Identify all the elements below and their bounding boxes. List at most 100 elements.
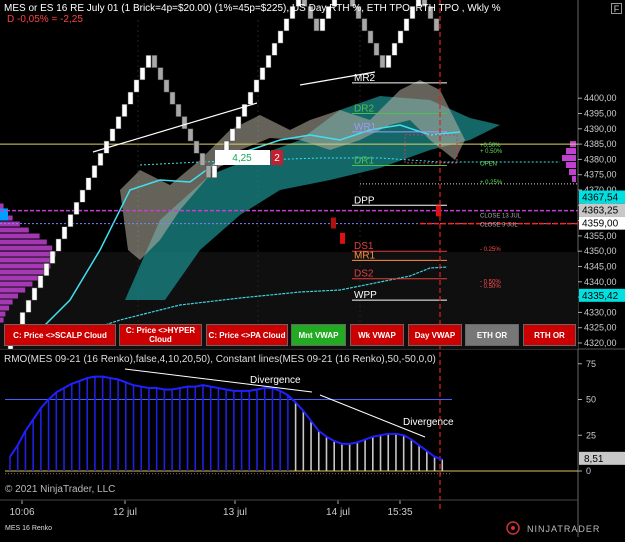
renko-down-brick <box>379 55 386 68</box>
renko-red-brick <box>340 232 345 244</box>
renko-down-brick <box>163 79 170 93</box>
renko-up-brick <box>121 104 128 117</box>
volume-profile-bar <box>0 287 26 293</box>
chart-title: MES or ES 16 RE July 01 (1 Brick=4p=$20.… <box>4 3 501 14</box>
percent-label: CLOSE 9 JUL <box>480 223 518 229</box>
volume-profile-bar <box>0 257 54 263</box>
renko-up-brick <box>247 91 254 105</box>
renko-up-brick <box>115 116 122 130</box>
renko-up-brick <box>55 238 62 252</box>
volume-profile-bar <box>0 269 45 275</box>
renko-up-brick <box>271 42 278 56</box>
ninjatrader-logo-icon <box>506 521 520 535</box>
divergence-line-2 <box>319 394 426 438</box>
toggle-button[interactable]: C: Price <>SCALP Cloud <box>4 324 116 346</box>
renko-up-brick <box>127 91 134 105</box>
pivot-label: WPP <box>354 290 377 301</box>
price-tick-label: 4400,00 <box>584 93 617 103</box>
volume-profile-bar <box>572 176 576 183</box>
rmo-tick-label: 75 <box>586 359 596 369</box>
price-label-text: 4363,25 <box>582 206 619 217</box>
callout-count: 2 <box>274 153 280 164</box>
volume-profile-bar <box>0 239 47 245</box>
volume-profile-bar <box>0 293 18 299</box>
renko-up-brick <box>91 165 98 179</box>
renko-down-brick <box>361 18 368 32</box>
renko-up-brick <box>31 287 38 301</box>
price-label-text: 4359,00 <box>582 219 619 230</box>
percent-label: OPEN <box>480 161 497 167</box>
percent-label: + 0.25% <box>480 180 503 186</box>
price-label-text: 4335,42 <box>582 291 619 302</box>
renko-up-brick <box>229 128 236 142</box>
renko-down-brick <box>367 30 374 44</box>
volume-profile-bar <box>0 305 9 311</box>
volume-profile-bar <box>566 148 576 155</box>
renko-up-brick <box>85 177 92 191</box>
renko-up-brick <box>265 55 272 68</box>
time-tick-label: 15:35 <box>387 507 412 518</box>
pivot-label: DPP <box>354 195 375 206</box>
renko-down-brick <box>187 128 194 142</box>
renko-up-brick <box>145 55 152 68</box>
price-tick-label: 4320,00 <box>584 338 617 348</box>
volume-profile-bar <box>566 162 576 169</box>
renko-down-brick <box>193 140 200 154</box>
divergence-label: Divergence <box>403 417 454 428</box>
pivot-label: WR1 <box>354 122 377 133</box>
toggle-button[interactable]: Mnt VWAP <box>291 324 346 346</box>
rmo-value-text: 8,51 <box>584 454 604 465</box>
price-label-text: 4367,54 <box>582 193 619 204</box>
toggle-button[interactable]: C: Price <>HYPER Cloud <box>119 324 202 346</box>
footer-instrument: MES 16 Renko <box>5 525 53 532</box>
renko-red-brick <box>436 205 441 217</box>
window-button[interactable]: F <box>611 3 622 14</box>
toggle-button[interactable]: ETH OR <box>465 324 519 346</box>
renko-up-brick <box>19 312 26 325</box>
rmo-tick-label: 25 <box>586 430 596 440</box>
volume-profile-bar <box>0 227 29 233</box>
renko-up-brick <box>211 165 218 179</box>
renko-up-brick <box>391 42 398 56</box>
price-tick-label: 4385,00 <box>584 139 617 149</box>
volume-profile-bar <box>0 233 40 239</box>
renko-down-brick <box>175 104 182 117</box>
price-tick-label: 4350,00 <box>584 246 617 256</box>
toggle-button[interactable]: Wk VWAP <box>350 324 404 346</box>
time-tick-label: 12 jul <box>113 507 137 518</box>
volume-profile-bar <box>0 317 4 323</box>
divergence-label: Divergence <box>250 375 301 386</box>
renko-down-brick <box>313 18 320 32</box>
renko-down-brick <box>151 55 158 68</box>
renko-down-brick <box>373 42 380 56</box>
toggle-button[interactable]: C: Price <>PA Cloud <box>206 324 288 346</box>
volume-profile-bar <box>0 263 51 269</box>
renko-down-brick <box>433 18 440 32</box>
price-tick-label: 4390,00 <box>584 124 617 134</box>
chart-window: 4320,004325,004330,004335,004340,004345,… <box>0 0 625 537</box>
pivot-label: DR1 <box>354 156 374 167</box>
percent-label: - 0.25% <box>480 247 501 253</box>
percent-label: CLOSE 13 JUL <box>480 213 522 219</box>
renko-down-brick <box>181 116 188 130</box>
renko-up-brick <box>73 201 80 215</box>
renko-up-brick <box>37 275 44 289</box>
time-tick-label: 13 jul <box>223 507 247 518</box>
renko-up-brick <box>109 128 116 142</box>
rmo-tick-label: 50 <box>586 395 596 405</box>
renko-up-brick <box>385 55 392 68</box>
renko-down-brick <box>169 91 176 105</box>
toggle-button[interactable]: RTH OR <box>523 324 576 346</box>
volume-profile-bar <box>0 299 13 305</box>
renko-red-brick <box>331 217 336 229</box>
callout-value: 4,25 <box>232 153 252 164</box>
renko-up-brick <box>49 250 56 264</box>
volume-profile-bar <box>569 169 576 176</box>
renko-up-brick <box>397 30 404 44</box>
renko-up-brick <box>283 18 290 32</box>
toggle-button[interactable]: Day VWAP <box>408 324 462 346</box>
percent-label: +0,50% <box>480 143 501 149</box>
indicator-title: RMO(MES 09-21 (16 Renko),false,4,10,20,5… <box>4 354 436 365</box>
volume-profile-bar <box>0 311 6 317</box>
renko-up-brick <box>403 18 410 32</box>
